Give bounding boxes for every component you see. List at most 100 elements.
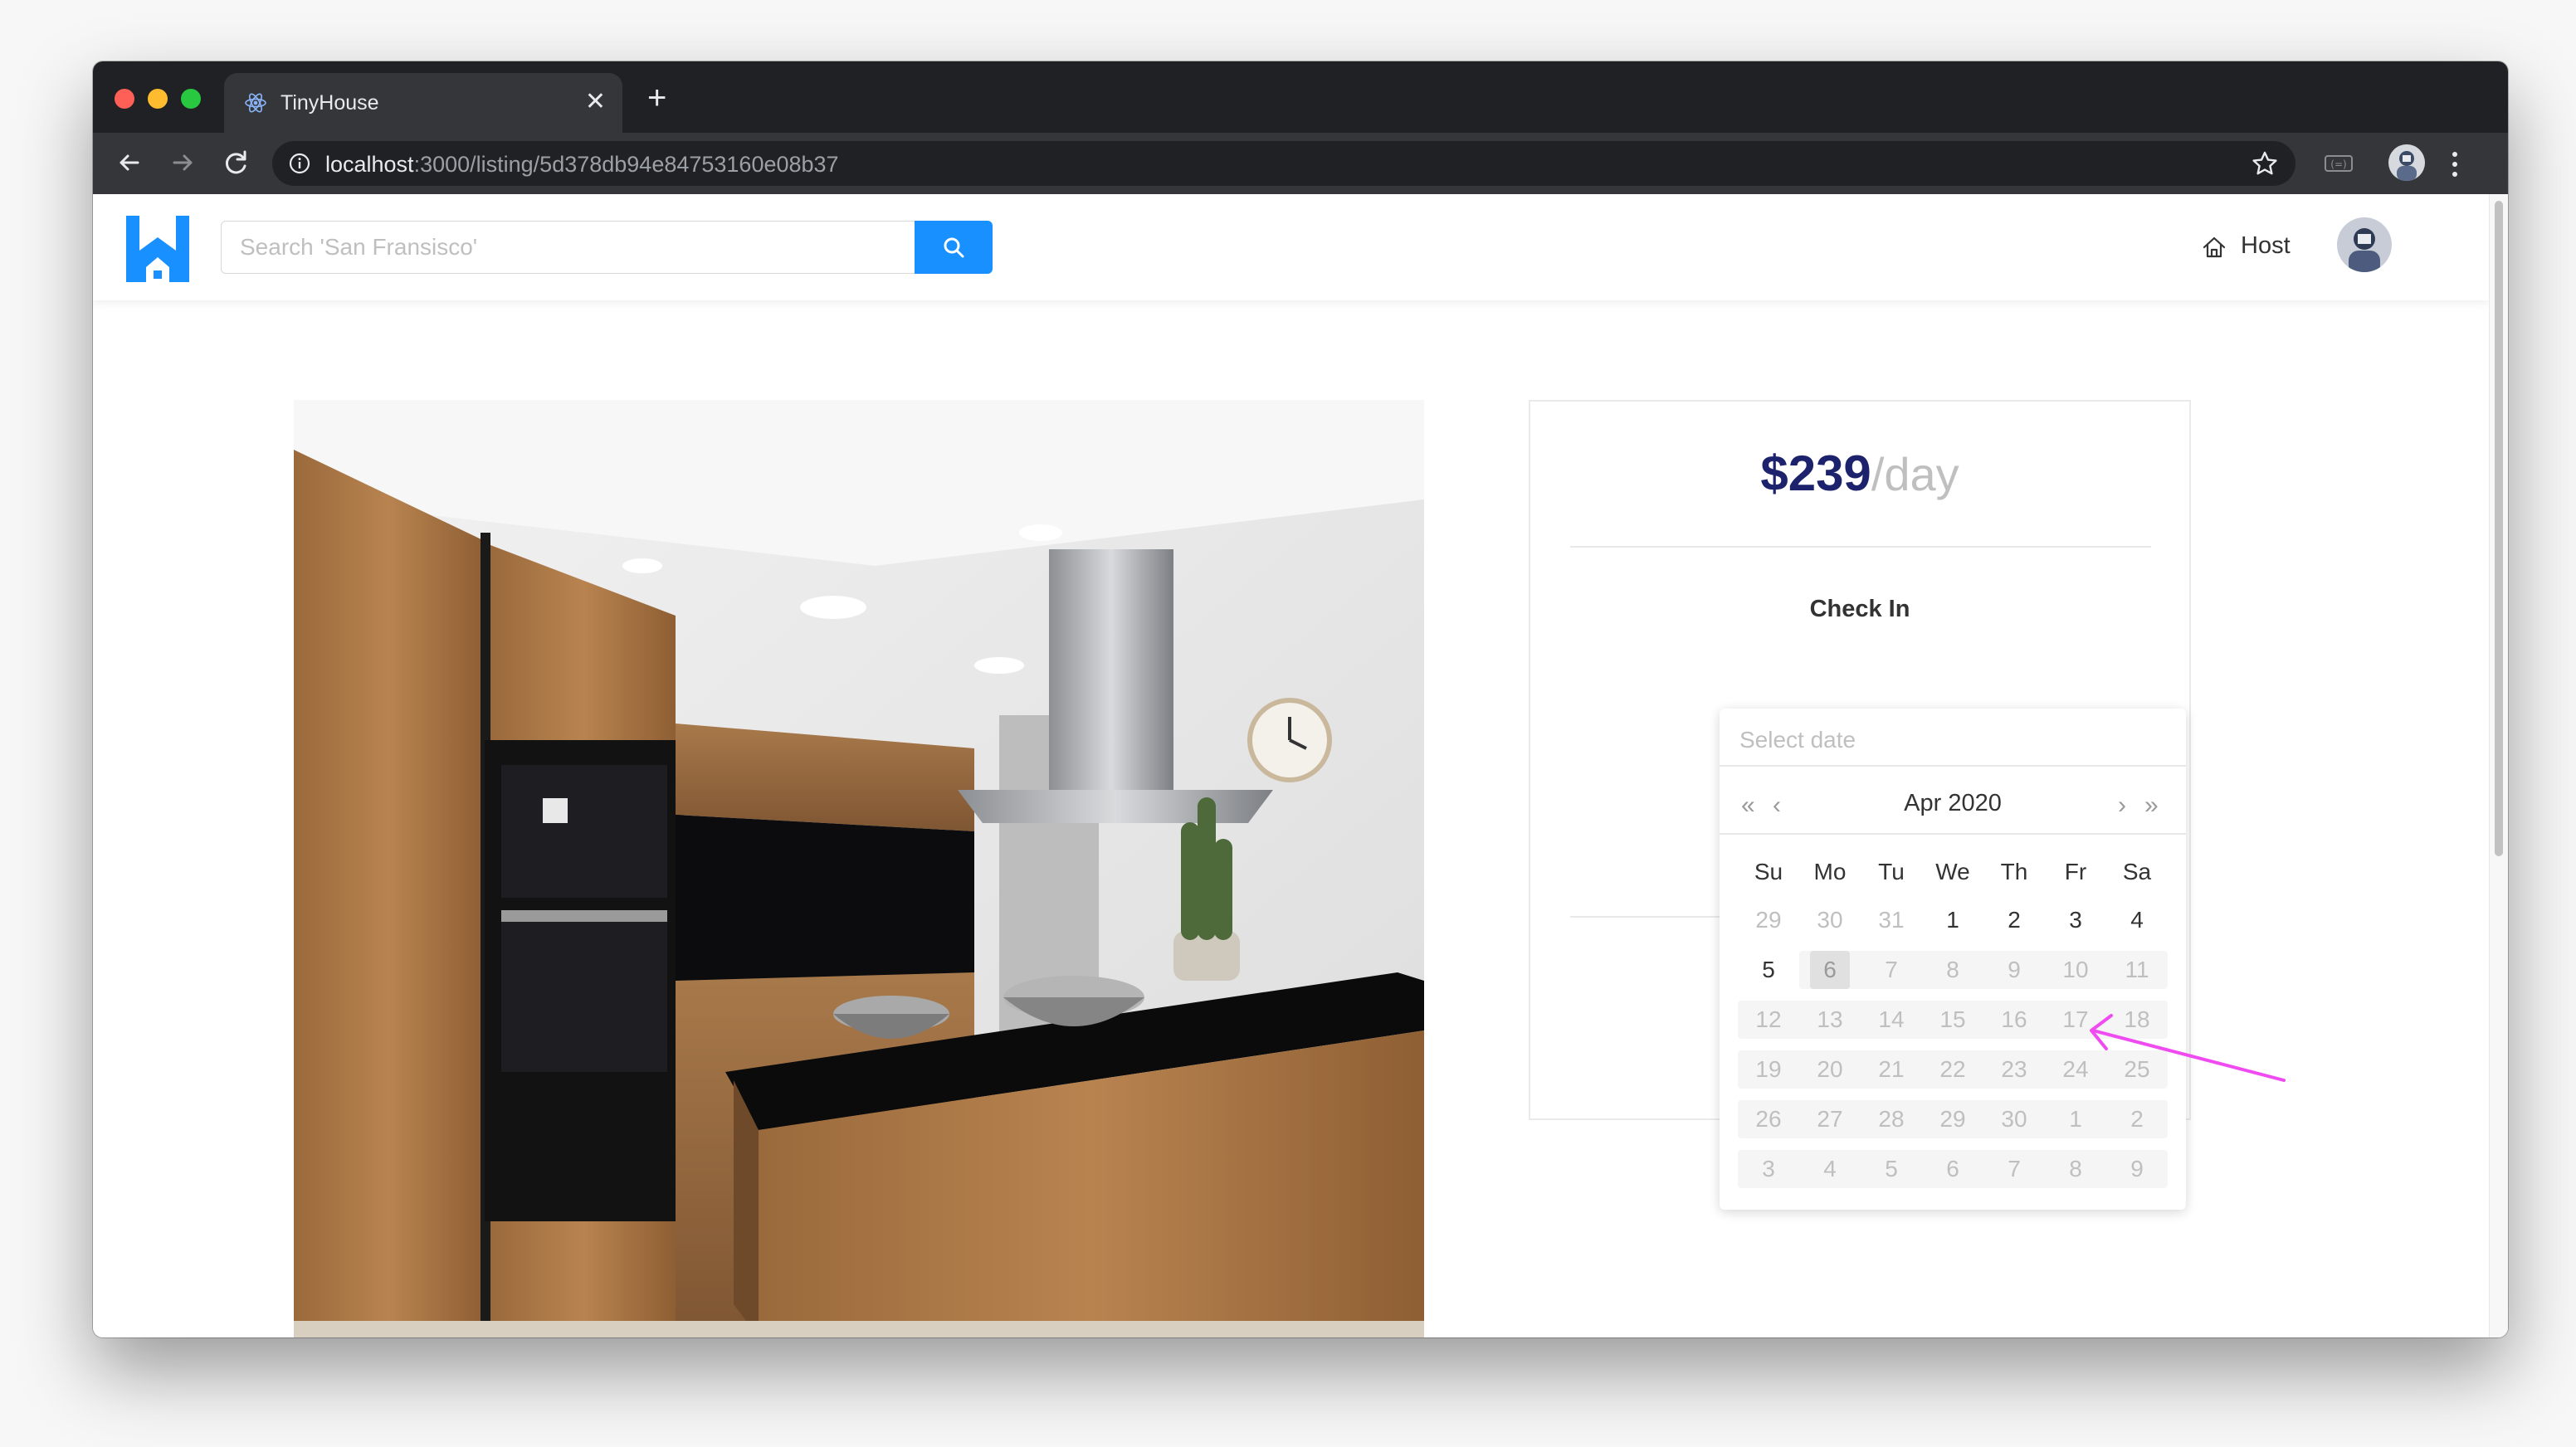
calendar-day[interactable]: 30 (1799, 899, 1861, 941)
listing-price: $239/day (1530, 445, 2189, 502)
check-in-label: Check In (1809, 596, 1910, 622)
next-month-icon[interactable]: › (2118, 792, 2126, 820)
browser-window: TinyHouse ✕ + localhost:3000/listing/5d3… (93, 61, 2508, 1337)
calendar-day: 6 (1946, 1156, 1959, 1181)
search-icon (944, 237, 964, 258)
search-bar (221, 221, 993, 274)
calendar-day: 24 (2062, 1056, 2089, 1082)
calendar-day: 20 (1817, 1056, 1843, 1082)
today-date: 6 (1810, 951, 1850, 989)
scrollbar-thumb[interactable] (2495, 201, 2503, 856)
price-amount: $239 (1760, 446, 1871, 501)
calendar-day: 23 (2001, 1056, 2027, 1082)
weekday-label: Th (2000, 859, 2028, 884)
calendar-day-today: 6 (1799, 949, 1861, 991)
calendar-day[interactable]: 3 (2045, 899, 2106, 941)
calendar-week-row: 12 13 14 15 16 17 18 (1738, 999, 2168, 1040)
browser-tab[interactable]: TinyHouse ✕ (224, 73, 622, 133)
calendar-day: 25 (2124, 1056, 2150, 1082)
date-picker-dropdown: Select date « ‹ Apr 2020 › » Su Mo Tu We… (1720, 709, 2186, 1210)
calendar-day: 3 (1762, 1156, 1775, 1181)
calendar-day[interactable]: 29 (1738, 899, 1799, 941)
url-path: :3000/listing/5d378db94e84753160e08b37 (413, 152, 839, 177)
calendar-day: 8 (1946, 957, 1959, 982)
minimize-window-button[interactable] (148, 89, 168, 109)
close-tab-icon[interactable]: ✕ (585, 90, 606, 114)
divider (1720, 765, 2186, 767)
search-input[interactable] (221, 221, 915, 274)
calendar-week-row: 29 30 31 1 2 3 4 (1738, 899, 2168, 941)
calendar-week-row: 3 4 5 6 7 8 9 (1738, 1148, 2168, 1190)
calendar-day: 9 (2130, 1156, 2144, 1181)
address-bar[interactable]: localhost:3000/listing/5d378db94e8475316… (272, 141, 2295, 186)
calendar-week-row: 19 20 21 22 23 24 25 (1738, 1049, 2168, 1090)
app-header: Host (93, 194, 2490, 300)
calendar-day: 27 (1817, 1106, 1843, 1132)
calendar-day: 13 (1817, 1006, 1843, 1032)
weekday-label: Tu (1878, 859, 1905, 884)
calendar-day: 21 (1878, 1056, 1905, 1082)
calendar-day: 7 (2008, 1156, 2021, 1181)
calendar-day: 28 (1878, 1106, 1905, 1132)
url-text: localhost:3000/listing/5d378db94e8475316… (325, 152, 839, 178)
user-avatar[interactable] (2337, 217, 2392, 272)
calendar-day: 19 (1755, 1056, 1782, 1082)
calendar-day: 2 (2130, 1106, 2144, 1132)
close-window-button[interactable] (115, 89, 134, 109)
calendar-day: 9 (2008, 957, 2021, 982)
calendar-day[interactable]: 31 (1861, 899, 1922, 941)
search-button[interactable] (915, 221, 993, 274)
calendar-day: 12 (1755, 1006, 1782, 1032)
tinyhouse-logo[interactable] (126, 216, 189, 282)
calendar-day: 10 (2062, 957, 2089, 982)
forward-arrow-icon[interactable] (166, 146, 199, 179)
calendar-day: 1 (2069, 1106, 2082, 1132)
new-tab-icon[interactable]: + (647, 81, 666, 114)
calendar-week-row: 26 27 28 29 30 1 2 (1738, 1099, 2168, 1140)
calendar-day: 16 (2001, 1006, 2027, 1032)
react-icon (245, 93, 266, 113)
calendar-day[interactable]: 5 (1738, 949, 1799, 991)
calendar-day[interactable]: 1 (1922, 899, 1983, 941)
calendar-day[interactable]: 2 (1983, 899, 2045, 941)
month-label[interactable]: Apr 2020 (1720, 790, 2186, 817)
card-divider (1570, 546, 2151, 548)
calendar-day: 8 (2069, 1156, 2082, 1181)
host-label: Host (2241, 232, 2291, 259)
bookmark-star-icon[interactable] (2251, 149, 2279, 178)
calendar-day: 11 (2125, 957, 2149, 982)
calendar-day: 17 (2062, 1006, 2089, 1032)
info-icon[interactable] (289, 153, 310, 174)
calendar-day: 29 (1939, 1106, 1966, 1132)
calendar-day[interactable]: 4 (2106, 899, 2168, 941)
date-input[interactable]: Select date (1739, 727, 1856, 753)
browser-toolbar: localhost:3000/listing/5d378db94e8475316… (93, 133, 2508, 194)
reload-icon[interactable] (219, 146, 252, 179)
calendar-day: 4 (1823, 1156, 1837, 1181)
svg-text:(=): (=) (2330, 158, 2346, 170)
tab-title: TinyHouse (281, 91, 379, 114)
calendar-day: 18 (2124, 1006, 2150, 1032)
url-host: localhost (325, 152, 414, 177)
weekday-header-row: Su Mo Tu We Th Fr Sa (1738, 853, 2168, 891)
next-year-icon[interactable]: » (2144, 792, 2159, 820)
calendar-day: 22 (1939, 1056, 1966, 1082)
calendar-grid: Su Mo Tu We Th Fr Sa 29 30 31 1 2 3 4 5 … (1738, 853, 2168, 1190)
page-viewport: Host (93, 194, 2508, 1337)
tab-strip: TinyHouse ✕ + (93, 61, 2508, 133)
scrollbar[interactable] (2489, 194, 2508, 1337)
divider (1720, 833, 2186, 835)
back-arrow-icon[interactable] (113, 146, 146, 179)
weekday-label: Sa (2122, 859, 2152, 884)
more-menu-icon[interactable] (2450, 148, 2460, 181)
weekday-label: Su (1754, 859, 1783, 884)
profile-avatar[interactable] (2388, 144, 2425, 181)
maximize-window-button[interactable] (181, 89, 201, 109)
home-icon (2203, 236, 2226, 258)
calendar-day: 5 (1885, 1156, 1898, 1181)
calendar-day: 15 (1939, 1006, 1966, 1032)
extension-icon[interactable]: (=) (2322, 148, 2355, 179)
calendar-day: 30 (2001, 1106, 2027, 1132)
calendar-week-row: 5 6 7 8 9 10 11 (1738, 949, 2168, 991)
calendar-day: 14 (1878, 1006, 1905, 1032)
